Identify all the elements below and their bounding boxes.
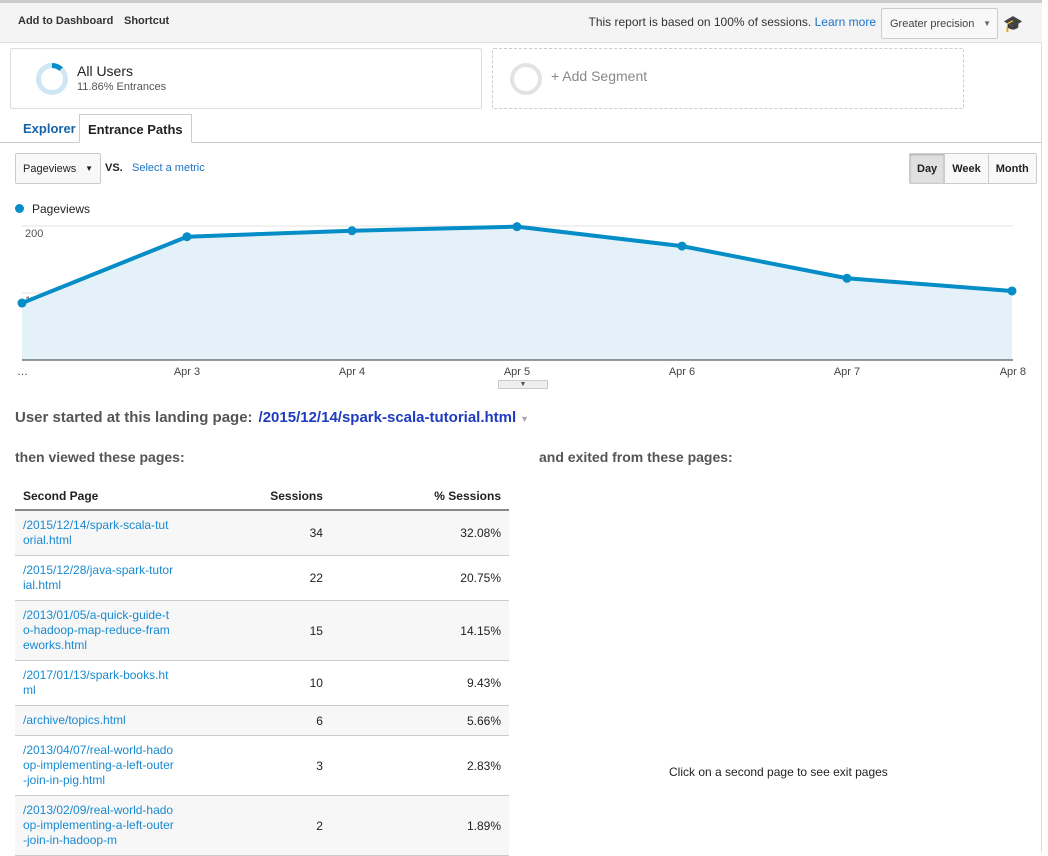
x-tick-label: Apr 3: [174, 366, 200, 378]
precision-dropdown[interactable]: Greater precision ▼: [881, 8, 998, 39]
pageviews-chart: 100200…Apr 3Apr 4Apr 5Apr 6Apr 7Apr 8: [17, 222, 1026, 378]
graduation-cap-icon[interactable]: 🎓: [1003, 14, 1023, 34]
second-page-cell: /2013/01/05/a-quick-guide-to-hadoop-map-…: [15, 600, 183, 661]
table-row[interactable]: /archive/topics.html 6 5.66%: [15, 705, 509, 736]
x-tick-label: Apr 5: [504, 366, 530, 378]
x-tick-label: Apr 7: [834, 366, 860, 378]
column-header-pct-sessions[interactable]: % Sessions: [330, 483, 509, 511]
chevron-down-icon: ▼: [85, 164, 93, 173]
data-point: [512, 222, 522, 232]
empty-segment-ring-icon: [510, 63, 542, 95]
exit-pages-message: Click on a second page to see exit pages: [669, 765, 888, 779]
metric-dropdown[interactable]: Pageviews ▼: [15, 153, 101, 184]
data-point: [677, 241, 687, 251]
report-toolbar: Add to Dashboard Shortcut This report is…: [0, 0, 1042, 43]
pct-sessions-cell: 14.15%: [330, 600, 509, 661]
sessions-cell: 2: [183, 795, 331, 856]
legend-label: Pageviews: [32, 202, 91, 216]
sampling-note: This report is based on 100% of sessions…: [588, 15, 876, 29]
landing-page-link[interactable]: /2015/12/14/spark-scala-tutorial.html: [259, 409, 517, 426]
period-day-button[interactable]: Day: [910, 154, 945, 183]
second-page-link[interactable]: /2015/12/14/spark-scala-tutorial.html: [23, 518, 175, 548]
tab-explorer[interactable]: Explorer: [15, 114, 84, 143]
data-point: [182, 232, 192, 242]
pct-sessions-cell: 32.08%: [330, 510, 509, 556]
landing-label: User started at this landing page:: [15, 409, 253, 426]
report-page: Add to Dashboard Shortcut This report is…: [0, 0, 1042, 856]
pct-sessions-cell: 9.43%: [330, 660, 509, 706]
second-page-cell: /2013/02/09/real-world-hadoop-implementi…: [15, 795, 183, 856]
table-row[interactable]: /2013/04/07/real-world-hadoop-implementi…: [15, 735, 509, 796]
column-header-sessions[interactable]: Sessions: [183, 483, 331, 511]
table-row[interactable]: /2017/01/13/spark-books.html 10 9.43%: [15, 660, 509, 706]
second-page-link[interactable]: /archive/topics.html: [23, 713, 175, 728]
report-tabs: Explorer Entrance Paths: [0, 114, 1042, 143]
table-row[interactable]: /2013/02/09/real-world-hadoop-implementi…: [15, 795, 509, 856]
table-row[interactable]: /2015/12/14/spark-scala-tutorial.html 34…: [15, 510, 509, 556]
data-point: [1007, 286, 1017, 296]
second-page-cell: /2013/04/07/real-world-hadoop-implementi…: [15, 735, 183, 796]
second-page-link[interactable]: /2013/04/07/real-world-hadoop-implementi…: [23, 743, 175, 788]
second-page-cell: /2015/12/28/java-spark-tutorial.html: [15, 555, 183, 601]
segment-ring-icon: [36, 63, 68, 95]
legend-dot-icon: [15, 204, 24, 213]
data-point: [17, 298, 27, 308]
x-tick-label: Apr 6: [669, 366, 695, 378]
second-page-link[interactable]: /2017/01/13/spark-books.html: [23, 668, 175, 698]
period-toggle: Day Week Month: [909, 153, 1037, 184]
area-fill: [22, 226, 1012, 360]
second-page-cell: /archive/topics.html: [15, 705, 183, 736]
vs-label: VS.: [105, 162, 123, 174]
pct-sessions-cell: 5.66%: [330, 705, 509, 736]
second-page-cell: /2017/01/13/spark-books.html: [15, 660, 183, 706]
x-tick-label: …: [17, 366, 28, 378]
sessions-cell: 6: [183, 705, 331, 736]
sessions-cell: 22: [183, 555, 331, 601]
period-month-button[interactable]: Month: [987, 154, 1036, 183]
segment-title: All Users: [77, 63, 134, 79]
landing-page-selector: User started at this landing page: /2015/…: [15, 409, 529, 426]
second-page-link[interactable]: /2015/12/28/java-spark-tutorial.html: [23, 563, 175, 593]
add-segment-label: + Add Segment: [551, 68, 648, 84]
period-week-button[interactable]: Week: [944, 154, 988, 183]
learn-more-link[interactable]: Learn more: [815, 15, 876, 29]
metric-label: Pageviews: [23, 163, 77, 175]
data-point: [842, 273, 852, 283]
second-page-cell: /2015/12/14/spark-scala-tutorial.html: [15, 510, 183, 556]
add-segment-button[interactable]: + Add Segment: [492, 48, 964, 109]
sessions-cell: 15: [183, 600, 331, 661]
x-tick-label: Apr 8: [1000, 366, 1026, 378]
sampling-text: This report is based on 100% of sessions…: [588, 15, 812, 29]
second-page-table: Second Page Sessions % Sessions /2015/12…: [15, 483, 509, 856]
chevron-down-icon[interactable]: ▼: [520, 414, 529, 424]
pct-sessions-cell: 2.83%: [330, 735, 509, 796]
y-tick-label: 200: [25, 228, 43, 240]
pct-sessions-cell: 1.89%: [330, 795, 509, 856]
data-point: [347, 226, 357, 236]
segment-all-users[interactable]: All Users 11.86% Entrances: [10, 48, 482, 109]
add-to-dashboard-button[interactable]: Add to Dashboard: [18, 15, 113, 27]
second-page-link[interactable]: /2013/01/05/a-quick-guide-to-hadoop-map-…: [23, 608, 175, 653]
chevron-down-icon: ▼: [983, 19, 991, 28]
select-metric-link[interactable]: Select a metric: [132, 162, 205, 174]
exited-heading: and exited from these pages:: [539, 449, 733, 465]
precision-label: Greater precision: [890, 18, 975, 30]
sessions-cell: 34: [183, 510, 331, 556]
chart-resize-handle[interactable]: ▼: [498, 380, 548, 389]
table-row[interactable]: /2013/01/05/a-quick-guide-to-hadoop-map-…: [15, 600, 509, 661]
table-row[interactable]: /2015/12/28/java-spark-tutorial.html 22 …: [15, 555, 509, 601]
then-viewed-heading: then viewed these pages:: [15, 449, 185, 465]
column-header-second-page[interactable]: Second Page: [15, 483, 183, 511]
segment-subtitle: 11.86% Entrances: [77, 81, 167, 93]
x-tick-label: Apr 4: [339, 366, 365, 378]
pct-sessions-cell: 20.75%: [330, 555, 509, 601]
second-page-link[interactable]: /2013/02/09/real-world-hadoop-implementi…: [23, 803, 175, 848]
shortcut-button[interactable]: Shortcut: [124, 15, 169, 27]
tab-entrance-paths[interactable]: Entrance Paths: [79, 114, 192, 143]
chart-legend: Pageviews: [15, 202, 90, 216]
sessions-cell: 10: [183, 660, 331, 706]
sessions-cell: 3: [183, 735, 331, 796]
